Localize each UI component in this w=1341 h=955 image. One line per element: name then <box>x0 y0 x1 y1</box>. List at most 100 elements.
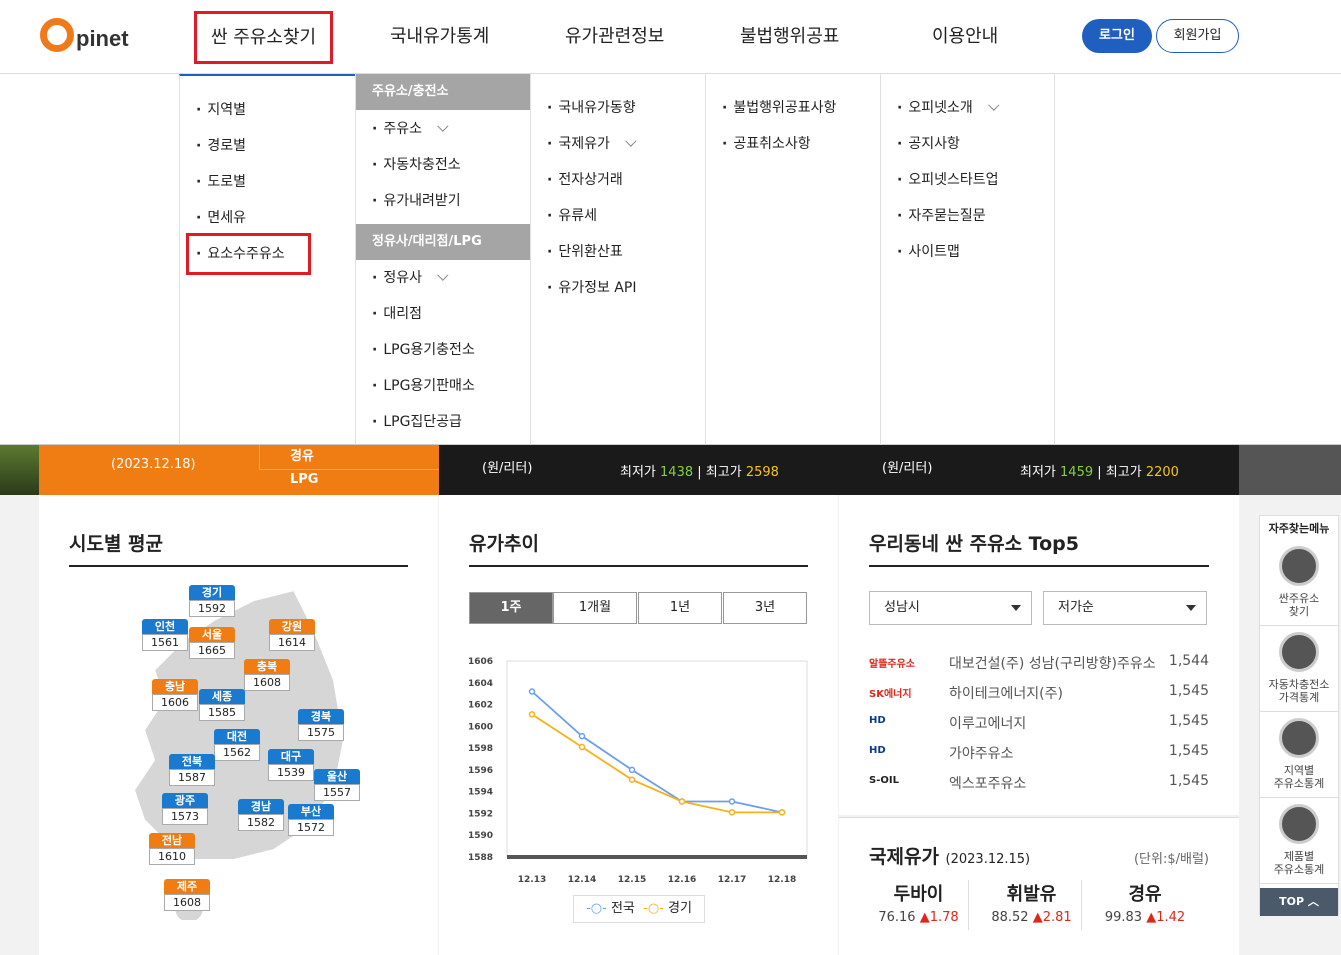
menu-station[interactable]: 주유소 <box>372 119 449 139</box>
menu-trend[interactable]: 국내유가동향 <box>547 98 635 118</box>
menu-lpg-sale[interactable]: LPG용기판매소 <box>372 376 475 396</box>
region-name: 강원 <box>269 619 315 634</box>
chevron-down-icon <box>625 135 637 147</box>
map-region-label[interactable]: 전북 1587 <box>169 754 215 786</box>
tab-3year[interactable]: 3년 <box>723 592 807 624</box>
map-region-label[interactable]: 울산 1557 <box>314 769 360 801</box>
menu-startup[interactable]: 오피넷스타트업 <box>897 170 998 190</box>
menu-ecommerce[interactable]: 전자상거래 <box>547 170 622 190</box>
map-region-label[interactable]: 제주 1608 <box>164 879 210 911</box>
menu-about[interactable]: 오피넷소개 <box>897 98 1000 118</box>
station-price: 1,545 <box>1168 773 1209 789</box>
tab-1week[interactable]: 1주 <box>469 592 553 624</box>
station-price: 1,544 <box>1168 653 1209 669</box>
tab-1month[interactable]: 1개월 <box>553 592 637 624</box>
region-price: 1608 <box>164 894 210 911</box>
top-button[interactable]: TOP ︿ <box>1260 888 1338 916</box>
intl-oil-item: 경유 99.83 ▲1.42 <box>1095 880 1195 930</box>
region-price: 1561 <box>142 634 188 651</box>
station-name: 하이테크에너지(주) <box>949 686 1063 702</box>
top5-row[interactable]: S-OIL 엑스포주유소 1,545 <box>869 773 1209 795</box>
y-tick-label: 1598 <box>468 744 493 754</box>
quick-item[interactable]: 자동차충전소 가격통계 <box>1260 632 1338 712</box>
chart-legend: -○- 전국 -○- 경기 <box>573 895 705 923</box>
map-region-label[interactable]: 경북 1575 <box>298 709 344 741</box>
oil-change: ▲1.42 <box>1146 910 1186 925</box>
region-name: 경남 <box>238 799 284 814</box>
menu-route[interactable]: 경로별 <box>196 136 246 156</box>
quick-label: 싼주유소 찾기 <box>1278 592 1320 618</box>
map-region-label[interactable]: 부산 1572 <box>288 804 334 836</box>
menu-col-guide: 오피넷소개 공지사항 오피넷스타트업 자주묻는질문 사이트맵 <box>880 74 1055 445</box>
menu-sitemap[interactable]: 사이트맵 <box>897 242 960 262</box>
quick-item[interactable]: 지역별 주유소통계 <box>1260 718 1338 798</box>
menu-api[interactable]: 유가정보 API <box>547 278 636 298</box>
data-point <box>678 798 686 805</box>
map-region-label[interactable]: 인천 1561 <box>142 619 188 651</box>
nav-illegal[interactable]: 불법행위공표 <box>740 22 839 52</box>
tab-lpg[interactable]: LPG <box>290 472 318 487</box>
menu-lpg-charge[interactable]: LPG용기충전소 <box>372 340 475 360</box>
map-region-label[interactable]: 서울 1665 <box>189 627 235 659</box>
brand-logo: HD <box>869 745 886 756</box>
quick-item[interactable]: 제품별 주유소통계 <box>1260 804 1338 884</box>
quick-item[interactable]: 싼주유소 찾기 <box>1260 546 1338 626</box>
top5-row[interactable]: 알뜰주유소 대보건설(주) 성남(구리방향)주유소 1,544 <box>869 653 1209 675</box>
map-region-label[interactable]: 대구 1539 <box>268 749 314 781</box>
top5-row[interactable]: SK에너지 하이테크에너지(주) 1,545 <box>869 683 1209 705</box>
map-region-label[interactable]: 충북 1608 <box>244 659 290 691</box>
quick-title: 자주찾는메뉴 <box>1268 522 1330 535</box>
min-max-1: 최저가 1438 | 최고가 2598 <box>620 465 779 480</box>
y-tick-label: 1600 <box>468 722 493 732</box>
map-region-label[interactable]: 충남 1606 <box>152 679 198 711</box>
quick-label: 지역별 주유소통계 <box>1273 764 1325 790</box>
series-line <box>531 713 782 814</box>
nav-price-info[interactable]: 유가관련정보 <box>565 22 664 52</box>
login-button[interactable]: 로그인 <box>1082 19 1152 53</box>
sort-select[interactable]: 저가순 <box>1043 591 1207 625</box>
top5-row[interactable]: HD 이루고에너지 1,545 <box>869 713 1209 735</box>
nav-cheap-station[interactable]: 싼 주유소찾기 <box>194 11 334 64</box>
menu-unit[interactable]: 단위환산표 <box>547 242 622 262</box>
tab-diesel[interactable]: 경유 <box>290 445 314 464</box>
nav-domestic-stats[interactable]: 국내유가통계 <box>390 22 489 52</box>
city-select[interactable]: 성남시 <box>869 591 1032 625</box>
data-point <box>778 809 786 816</box>
opinet-logo[interactable]: pinet <box>40 12 129 52</box>
y-tick-label: 1602 <box>468 701 493 711</box>
map-region-label[interactable]: 대전 1562 <box>214 729 260 761</box>
menu-notice[interactable]: 공지사항 <box>897 134 960 154</box>
menu-tax[interactable]: 유류세 <box>547 206 597 226</box>
price-strip: (2023.12.18) 경유 LPG (원/리터) 최저가 1438 | 최고… <box>0 445 1341 495</box>
x-tick-label: 12.16 <box>668 875 696 885</box>
menu-agency[interactable]: 대리점 <box>372 304 422 324</box>
menu-ev[interactable]: 자동차충전소 <box>372 155 460 175</box>
y-tick-label: 1594 <box>468 788 493 798</box>
x-tick-label: 12.15 <box>618 875 646 885</box>
menu-taxfree[interactable]: 면세유 <box>196 208 246 228</box>
menu-lpg-group[interactable]: LPG집단공급 <box>372 412 462 432</box>
tab-1year[interactable]: 1년 <box>638 592 722 624</box>
map-region-label[interactable]: 전남 1610 <box>149 833 195 865</box>
map-region-label[interactable]: 경남 1582 <box>238 799 284 831</box>
data-point <box>728 798 736 805</box>
map-region-label[interactable]: 강원 1614 <box>269 619 315 651</box>
menu-illegal-cancel[interactable]: 공표취소사항 <box>722 134 810 154</box>
nav-guide[interactable]: 이용안내 <box>932 22 998 52</box>
map-region-label[interactable]: 광주 1573 <box>162 793 208 825</box>
menu-faq[interactable]: 자주묻는질문 <box>897 206 985 226</box>
region-name: 대전 <box>214 729 260 744</box>
map-region-label[interactable]: 경기 1592 <box>189 585 235 617</box>
join-button[interactable]: 회원가입 <box>1156 19 1239 53</box>
top5-row[interactable]: HD 가야주유소 1,545 <box>869 743 1209 765</box>
menu-intl[interactable]: 국제유가 <box>547 134 637 154</box>
menu-refiner[interactable]: 정유사 <box>372 268 449 288</box>
menu-road[interactable]: 도로별 <box>196 172 246 192</box>
menu-region[interactable]: 지역별 <box>196 100 246 120</box>
map-region-label[interactable]: 세종 1585 <box>199 689 245 721</box>
unit-label-2: (원/리터) <box>882 461 933 476</box>
menu-download[interactable]: 유가내려받기 <box>372 191 460 211</box>
menu-illegal-list[interactable]: 불법행위공표사항 <box>722 98 836 118</box>
station-price: 1,545 <box>1168 743 1209 759</box>
quick-label: 제품별 주유소통계 <box>1273 850 1325 876</box>
